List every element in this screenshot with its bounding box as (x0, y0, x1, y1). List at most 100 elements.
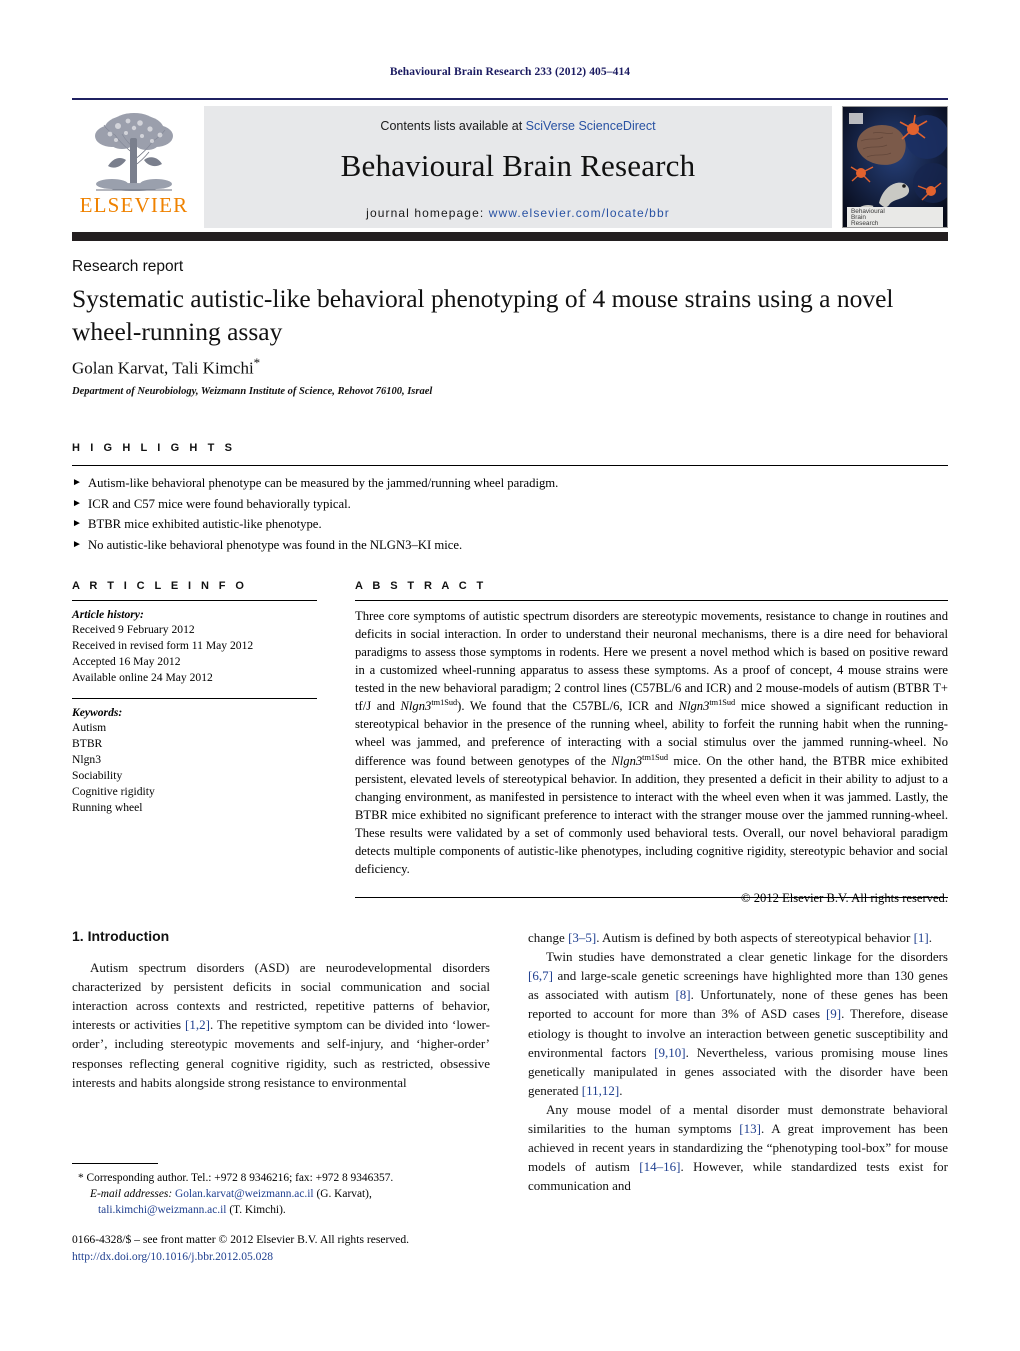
citation-link[interactable]: [8] (675, 987, 690, 1002)
triangle-right-bullet-icon: ► (72, 497, 82, 509)
paragraph-text: . Autism is defined by both aspects of s… (596, 930, 914, 945)
section-heading-introduction: 1. Introduction (72, 928, 490, 944)
email-owner-karvat: (G. Karvat), (313, 1188, 372, 1201)
gene-allele-superscript: tm1Sud (642, 753, 668, 763)
list-item: ► Autism-like behavioral phenotype can b… (72, 473, 948, 494)
list-item: ► No autistic-like behavioral phenotype … (72, 535, 948, 556)
body-column-left: 1. Introduction Autism spectrum disorder… (72, 928, 490, 1092)
page-title: Systematic autistic-like behavioral phen… (72, 284, 894, 346)
corresponding-author-text: Corresponding author. Tel.: +972 8 93462… (83, 1172, 394, 1184)
keyword-item: BTBR (72, 736, 103, 750)
contents-prefix: Contents lists available at (380, 119, 526, 133)
citation-link[interactable]: [9,10] (654, 1045, 685, 1060)
masthead-black-bar (72, 232, 948, 241)
paragraph-text: . (619, 1082, 623, 1098)
citation-link[interactable]: [11,12] (582, 1083, 619, 1098)
article-info-heading: A R T I C L E I N F O (72, 580, 248, 592)
section-number: 1. (72, 928, 84, 944)
masthead-top-rule (72, 98, 948, 100)
gene-name: Nlgn3 (611, 754, 643, 769)
elsevier-wordmark: ELSEVIER (79, 193, 189, 217)
footnote-rule (72, 1163, 158, 1164)
citation-link[interactable]: [13] (739, 1121, 761, 1136)
highlight-text: No autistic-like behavioral phenotype wa… (88, 537, 463, 552)
keyword-item: Cognitive rigidity (72, 784, 155, 798)
citation-link[interactable]: [3–5] (568, 930, 596, 945)
homepage-url-link[interactable]: www.elsevier.com/locate/bbr (489, 206, 670, 220)
email-addresses-label: E-mail addresses: (90, 1188, 173, 1201)
keyword-item: Autism (72, 720, 107, 734)
citation-link[interactable]: [1,2] (185, 1017, 210, 1032)
paragraph-text: . (928, 930, 933, 945)
keywords-rule (72, 697, 317, 699)
email-owner-kimchi: (T. Kimchi). (226, 1204, 286, 1217)
article-type-kicker: Research report (72, 258, 184, 275)
abstract-heading: A B S T R A C T (355, 580, 487, 592)
section-title: Introduction (87, 928, 170, 944)
triangle-right-bullet-icon: ► (72, 518, 82, 530)
running-head: Behavioural Brain Research 233 (2012) 40… (389, 66, 631, 78)
email-link-kimchi[interactable]: tali.kimchi@weizmann.ac.il (98, 1204, 226, 1216)
abstract-part-2: ). We found that the C57BL/6, ICR and (457, 699, 679, 714)
sciencedirect-link[interactable]: SciVerse ScienceDirect (526, 119, 656, 133)
article-history-label: Article history: (72, 608, 144, 621)
masthead-center-band: Contents lists available at SciVerse Sci… (204, 106, 832, 228)
journal-homepage-line: journal homepage: www.elsevier.com/locat… (204, 206, 832, 220)
keyword-item: Sociability (72, 768, 123, 782)
affiliation: Department of Neurobiology, Weizmann Ins… (72, 386, 433, 397)
abstract-copyright: © 2012 Elsevier B.V. All rights reserved… (741, 890, 948, 905)
highlights-heading: H I G H L I G H T S (72, 442, 236, 454)
doi-link[interactable]: http://dx.doi.org/10.1016/j.bbr.2012.05.… (72, 1249, 512, 1266)
list-item: ► ICR and C57 mice were found behavioral… (72, 494, 948, 515)
author-list: Golan Karvat, Tali Kimchi* (72, 355, 260, 379)
keywords-label: Keywords: (72, 705, 123, 719)
gene-allele-superscript: tm1Sud (431, 698, 458, 708)
body-column-right: change [3–5]. Autism is defined by both … (528, 928, 948, 1196)
gene-name: Nlgn3 (400, 699, 432, 714)
paragraph-text: Twin studies have demonstrated a clear g… (546, 949, 948, 965)
paragraph-text: change (528, 930, 569, 945)
journal-cover-thumbnail: Behavioural Brain Research (842, 106, 948, 228)
citation-link[interactable]: [6,7] (528, 968, 553, 983)
highlight-text: BTBR mice exhibited autistic-like phenot… (88, 517, 322, 532)
paragraph: Twin studies have demonstrated a clear g… (528, 947, 948, 1100)
abstract-bottom-rule (355, 897, 948, 898)
history-item: Received 9 February 2012 (72, 623, 195, 636)
highlight-text: Autism-like behavioral phenotype can be … (88, 476, 559, 490)
keyword-item: Running wheel (72, 800, 143, 814)
gene-allele-superscript: tm1Sud (709, 698, 736, 708)
highlight-text: ICR and C57 mice were found behaviorally… (88, 496, 351, 511)
paragraph: Autism spectrum disorders (ASD) are neur… (72, 958, 490, 1092)
journal-title: Behavioural Brain Research (340, 148, 696, 183)
author-names: Golan Karvat, Tali Kimchi (72, 358, 254, 378)
triangle-right-bullet-icon: ► (72, 538, 82, 550)
citation-link[interactable]: [14–16] (639, 1159, 680, 1174)
corresponding-author-note: * Corresponding author. Tel.: +972 8 934… (72, 1170, 492, 1186)
elsevier-tree-logo-icon (82, 108, 186, 194)
paragraph: change [3–5]. Autism is defined by both … (528, 928, 948, 947)
keyword-item: Nlgn3 (72, 752, 101, 766)
highlights-rule (72, 465, 948, 466)
elsevier-logo: ELSEVIER (72, 106, 196, 228)
article-info-block: A R T I C L E I N F O Article history: R… (72, 580, 317, 816)
triangle-right-bullet-icon: ► (72, 477, 82, 488)
issn-front-matter: 0166-4328/$ – see front matter © 2012 El… (72, 1233, 410, 1246)
citation-link[interactable]: [9] (826, 1006, 841, 1021)
abstract-rule (355, 600, 948, 601)
homepage-label: journal homepage: (366, 206, 485, 220)
history-item: Received in revised form 11 May 2012 (72, 638, 254, 652)
list-item: ► BTBR mice exhibited autistic-like phen… (72, 514, 948, 535)
highlights-list: ► Autism-like behavioral phenotype can b… (72, 473, 948, 555)
corresponding-author-marker: * (253, 355, 261, 370)
citation-link[interactable]: [1] (914, 930, 929, 945)
article-info-rule (72, 600, 317, 601)
imprint-block: 0166-4328/$ – see front matter © 2012 El… (72, 1232, 512, 1266)
footnote-block: * Corresponding author. Tel.: +972 8 934… (72, 1170, 492, 1219)
history-item: Available online 24 May 2012 (72, 670, 213, 684)
abstract-text: Three core symptoms of autistic spectrum… (355, 608, 948, 879)
email-link-karvat[interactable]: Golan.karvat@weizmann.ac.il (175, 1188, 314, 1200)
journal-masthead: ELSEVIER Contents lists available at Sci… (72, 98, 948, 228)
journal-article-page: Behavioural Brain Research 233 (2012) 40… (0, 0, 1020, 1351)
contents-list-line: Contents lists available at SciVerse Sci… (204, 106, 832, 133)
cover-caption-line3: Research (851, 220, 879, 227)
